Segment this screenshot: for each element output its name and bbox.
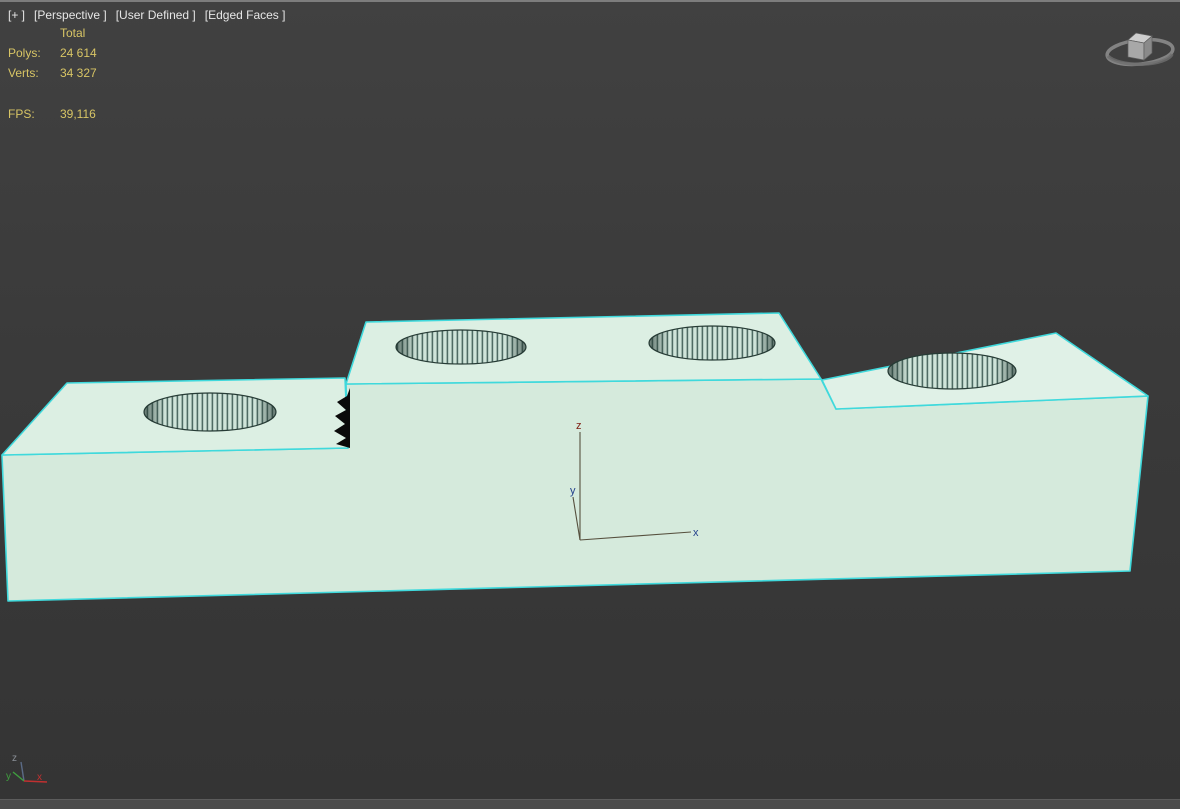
viewport-shading-menu[interactable]: [Edged Faces ] xyxy=(205,8,286,22)
viewport-bottom-edge xyxy=(0,799,1180,809)
stats-fps-row: FPS: 39,116 xyxy=(8,104,97,124)
model-hole-middle-right xyxy=(648,325,776,361)
model-stepped-block[interactable] xyxy=(1,312,1149,602)
viewport-canvas[interactable]: z y x z y x xyxy=(0,0,1180,809)
stats-verts-row: Verts: 34 327 xyxy=(8,63,97,83)
stats-polys-value: 24 614 xyxy=(60,46,97,60)
statistics-panel: Total Polys: 24 614 Verts: 34 327 FPS: 39,1… xyxy=(8,23,97,124)
viewcube-cube[interactable] xyxy=(1127,32,1153,61)
viewport: z y x z y x [+ ] [Perspective ] [User De… xyxy=(0,0,1180,809)
stats-total-header: Total xyxy=(60,26,86,40)
viewport-user-defined-menu[interactable]: [User Defined ] xyxy=(116,8,196,22)
viewport-header: [+ ] [Perspective ] [User Defined ] [Edg… xyxy=(8,8,285,22)
viewport-general-menu[interactable]: [+ ] xyxy=(8,8,25,22)
stats-fps-label: FPS: xyxy=(8,107,35,121)
axis-y-label: y xyxy=(570,485,576,497)
stats-verts-value: 34 327 xyxy=(60,66,97,80)
stats-polys-label: Polys: xyxy=(8,46,41,60)
axis-z-label: z xyxy=(576,420,582,432)
model-hole-right xyxy=(887,352,1017,390)
viewcube[interactable] xyxy=(1105,32,1175,67)
stats-fps-value: 39,116 xyxy=(60,107,96,121)
world-y-label: y xyxy=(6,771,11,782)
stats-polys-row: Polys: 24 614 xyxy=(8,43,97,63)
model-hole-left xyxy=(143,392,277,432)
world-x-label: x xyxy=(37,772,42,783)
stats-verts-label: Verts: xyxy=(8,66,39,80)
model-hole-middle-left xyxy=(395,329,527,365)
world-z-label: z xyxy=(12,753,17,764)
viewport-pov-menu[interactable]: [Perspective ] xyxy=(34,8,107,22)
axis-x-label: x xyxy=(693,527,699,539)
world-axis-tripod: z y x xyxy=(6,753,48,783)
stats-total-header-row: Total xyxy=(8,23,97,43)
